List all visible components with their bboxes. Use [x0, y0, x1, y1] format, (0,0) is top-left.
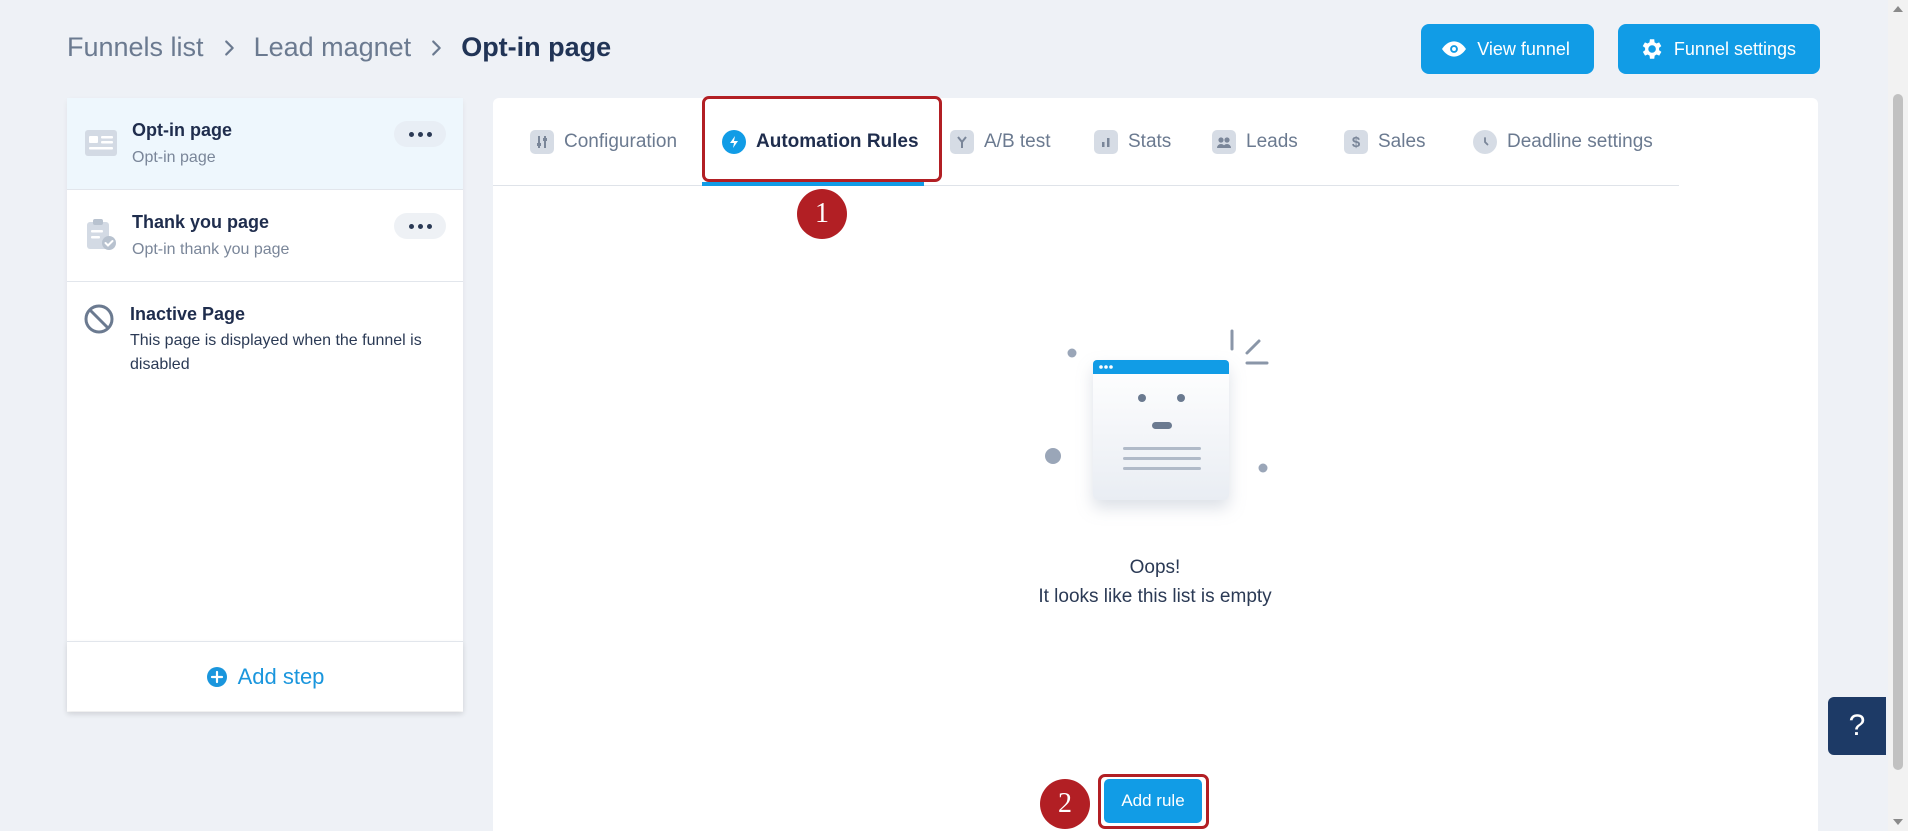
step-thank-you-page[interactable]: Thank you page Opt-in thank you page [67, 190, 463, 282]
sliders-icon [530, 130, 554, 154]
inactive-page-item[interactable]: Inactive Page This page is displayed whe… [67, 282, 463, 377]
bar-chart-icon [1094, 130, 1118, 154]
funnel-settings-button[interactable]: Funnel settings [1617, 24, 1820, 74]
annotation-highlight-tab [702, 96, 942, 182]
tab-leads[interactable]: Leads [1212, 98, 1298, 186]
tab-stats[interactable]: Stats [1094, 98, 1171, 186]
help-button[interactable]: ? [1828, 697, 1886, 755]
funnel-settings-label: Funnel settings [1673, 38, 1796, 59]
breadcrumb-funnels-list[interactable]: Funnels list [67, 32, 204, 63]
step-opt-in-page[interactable]: Opt-in page Opt-in page [67, 98, 463, 190]
tab-sales[interactable]: $ Sales [1344, 98, 1426, 186]
users-icon [1212, 130, 1236, 154]
more-options-button[interactable] [394, 213, 446, 239]
add-step-button[interactable]: Add step [67, 641, 463, 711]
page-layout-icon [85, 130, 117, 156]
tab-deadline-settings[interactable]: Deadline settings [1473, 98, 1653, 186]
scrollbar-thumb[interactable] [1893, 94, 1903, 770]
chevron-right-icon [432, 39, 441, 56]
active-tab-indicator [702, 182, 924, 186]
tab-ab-test[interactable]: A/B test [950, 98, 1051, 186]
inactive-page-title: Inactive Page [130, 304, 246, 324]
breadcrumb-lead-magnet[interactable]: Lead magnet [254, 32, 412, 63]
more-options-button[interactable] [394, 121, 446, 147]
tab-label: Leads [1246, 131, 1298, 152]
annotation-marker-2: 2 [1040, 779, 1090, 829]
tab-configuration[interactable]: Configuration [530, 98, 677, 186]
tab-bar: Configuration Automation Rules A/B test … [493, 98, 1679, 186]
scroll-down-arrow-icon[interactable] [1893, 819, 1903, 825]
empty-list-illustration [1045, 329, 1269, 500]
tab-label: A/B test [984, 131, 1051, 152]
breadcrumb: Funnels list Lead magnet Opt-in page [67, 32, 611, 63]
dollar-icon: $ [1344, 130, 1368, 154]
split-icon [950, 130, 974, 154]
empty-state-title: Oops! [1129, 557, 1181, 578]
funnel-steps-sidebar: Opt-in page Opt-in page Thank you page O… [67, 98, 463, 712]
eye-icon [1442, 41, 1467, 57]
tab-label: Deadline settings [1507, 131, 1653, 152]
clock-icon [1473, 130, 1497, 154]
plus-circle-icon [206, 666, 227, 687]
gear-icon [1642, 39, 1662, 59]
page-title: Opt-in page [461, 32, 612, 62]
clipboard-check-icon [87, 219, 116, 250]
tab-label: Sales [1378, 131, 1426, 152]
scroll-up-arrow-icon[interactable] [1893, 6, 1903, 12]
scrollbar[interactable] [1888, 0, 1908, 831]
add-step-label: Add step [237, 663, 325, 689]
add-rule-button[interactable]: Add rule [1104, 779, 1202, 823]
step-subtitle: Opt-in thank you page [132, 241, 290, 258]
tab-label: Stats [1128, 131, 1172, 152]
tab-label: Configuration [564, 131, 678, 152]
view-funnel-label: View funnel [1477, 38, 1570, 59]
empty-state-subtitle: It looks like this list is empty [1038, 586, 1272, 607]
block-icon [84, 304, 114, 334]
annotation-marker-1: 1 [797, 189, 847, 239]
view-funnel-button[interactable]: View funnel [1421, 24, 1594, 74]
step-subtitle: Opt-in page [132, 149, 216, 166]
inactive-page-description: This page is displayed when the funnel i… [130, 332, 422, 373]
chevron-right-icon [224, 39, 234, 56]
